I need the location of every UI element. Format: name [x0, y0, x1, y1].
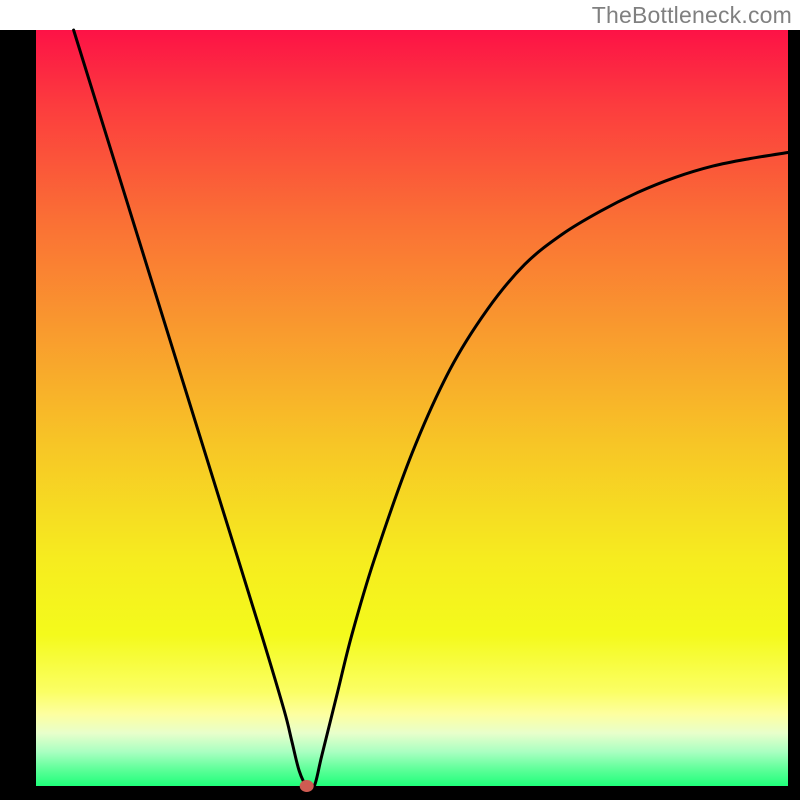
watermark-text: TheBottleneck.com: [592, 2, 792, 29]
chart-marker-dot: [300, 780, 314, 792]
chart-plot-area: [36, 30, 788, 786]
chart-container: TheBottleneck.com: [0, 0, 800, 800]
chart-svg: [0, 0, 800, 800]
